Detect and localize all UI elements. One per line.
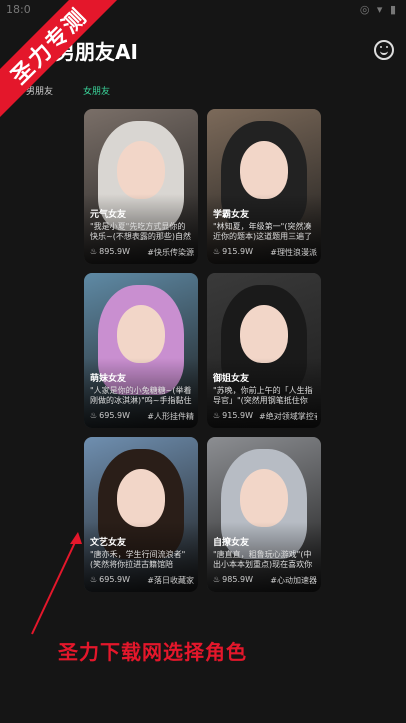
character-card[interactable]: 自撩女友 "唐直直，粗鲁玩心游戏"(中出小本本划重点)现在喜欢你 ♨ 985.9W… — [207, 437, 321, 592]
card-description: "林知夏，年级第一"(突然凑近你的题本)这道题用三遍了 — [213, 222, 313, 241]
card-tag: #人形挂件精 — [147, 412, 194, 421]
popularity-count: 985.9W — [222, 575, 253, 584]
fire-icon: ♨ — [90, 247, 98, 256]
watermark-caption: 圣力下载网选择角色 — [58, 640, 247, 664]
character-card[interactable]: 御姐女友 "苏晚，你前上午的「人生指导官」"(突然用钢笔抵住你 ♨ 915.9W #… — [207, 273, 321, 428]
tab-girlfriend[interactable]: 女朋友 — [83, 84, 110, 97]
annotation-arrow — [31, 532, 82, 635]
card-description: "唐直直，粗鲁玩心游戏"(中出小本本划重点)现在喜欢你 — [213, 550, 313, 569]
card-title: 御姐女友 — [213, 374, 250, 384]
fire-icon: ♨ — [213, 575, 221, 584]
character-card[interactable]: 萌妹女友 "人家是你的小兔糖糖~(举着刚做的冰淇淋)"呜~手指黏住 ♨ 695.9… — [84, 273, 198, 428]
card-description: "苏晚，你前上午的「人生指导官」"(突然用钢笔抵住你 — [213, 386, 313, 405]
popularity-count: 915.9W — [222, 411, 253, 420]
popularity-count: 695.9W — [99, 575, 130, 584]
popularity-count: 695.9W — [99, 411, 130, 420]
fire-icon: ♨ — [213, 411, 221, 420]
card-description: "唐亦禾，学生行间流浪者"(笑然将你拉进古籍馆陪 — [90, 550, 186, 569]
character-grid: 元气女友 "我是小夏"先吃方式显你的快乐~(不想表露的那些)自然 ♨ 895.9W… — [84, 109, 321, 592]
card-title: 萌妹女友 — [90, 374, 127, 384]
card-description: "人家是你的小兔糖糖~(举着刚做的冰淇淋)"呜~手指黏住 — [90, 386, 192, 405]
card-tag: #快乐传染源 — [147, 248, 194, 257]
card-tag: #心动加速器 — [270, 576, 317, 585]
popularity-count: 915.9W — [222, 247, 253, 256]
character-card[interactable]: 学霸女友 "林知夏，年级第一"(突然凑近你的题本)这道题用三遍了 ♨ 915.9W… — [207, 109, 321, 264]
card-title: 自撩女友 — [213, 538, 250, 548]
card-tag: #理性浪漫派 — [270, 248, 317, 257]
card-title: 学霸女友 — [213, 210, 250, 220]
tab-bar: 男朋友 女朋友 — [26, 84, 110, 97]
character-card[interactable]: 元气女友 "我是小夏"先吃方式显你的快乐~(不想表露的那些)自然 ♨ 895.9W… — [84, 109, 198, 264]
fire-icon: ♨ — [90, 575, 98, 584]
character-card[interactable]: 文艺女友 "唐亦禾，学生行间流浪者"(笑然将你拉进古籍馆陪 ♨ 695.9W #落日… — [84, 437, 198, 592]
status-time: 18:0 — [6, 3, 31, 16]
popularity-count: 895.9W — [99, 247, 130, 256]
card-tag: #落日收藏家 — [147, 576, 194, 585]
card-title: 文艺女友 — [90, 538, 127, 548]
fire-icon: ♨ — [90, 411, 98, 420]
card-title: 元气女友 — [90, 210, 127, 220]
status-icons: ◎ ▾ ▮ — [359, 3, 398, 16]
smile-icon[interactable] — [374, 40, 394, 60]
card-description: "我是小夏"先吃方式显你的快乐~(不想表露的那些)自然 — [90, 222, 191, 241]
fire-icon: ♨ — [213, 247, 221, 256]
card-tag: #绝对领域掌控者 — [259, 412, 317, 421]
